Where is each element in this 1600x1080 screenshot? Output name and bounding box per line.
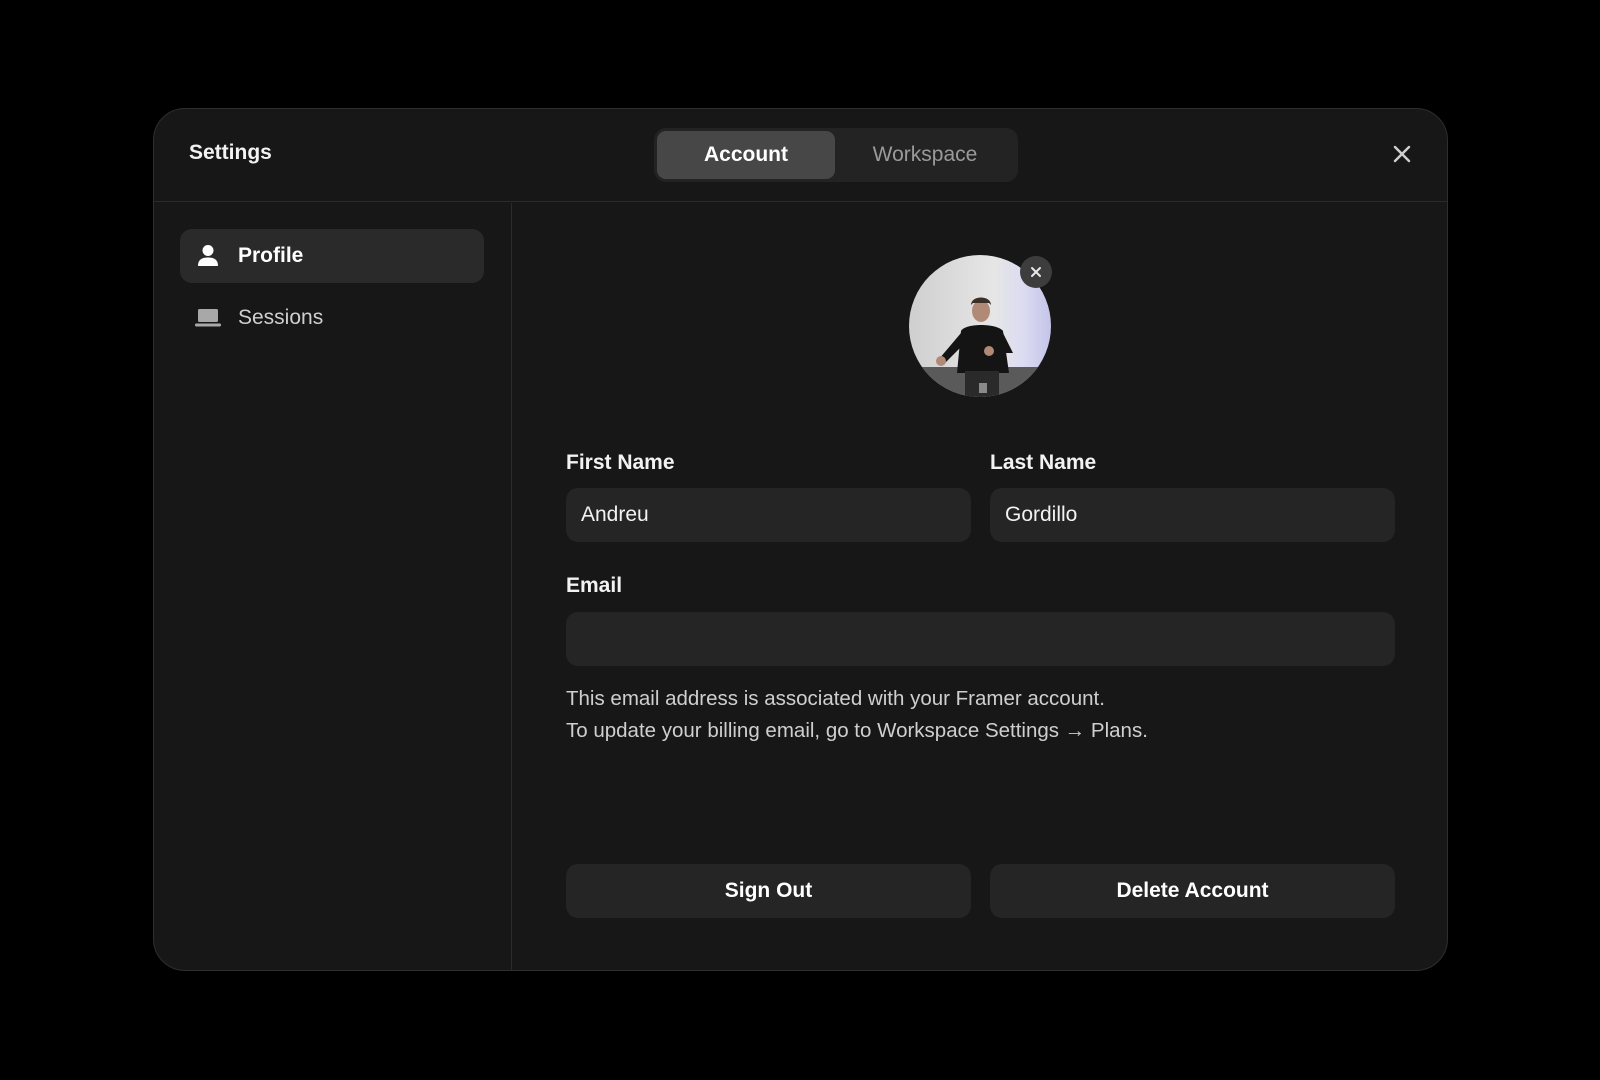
modal-header: Settings Account Workspace — [154, 109, 1447, 202]
sidebar-item-label: Sessions — [238, 306, 324, 329]
first-name-field[interactable] — [566, 488, 971, 542]
sidebar-item-sessions[interactable]: Sessions — [180, 291, 484, 345]
tab-account[interactable]: Account — [657, 131, 835, 179]
delete-account-button[interactable]: Delete Account — [990, 864, 1395, 918]
email-label: Email — [566, 574, 623, 597]
last-name-field[interactable] — [990, 488, 1395, 542]
email-help-text: This email address is associated with yo… — [566, 683, 1148, 747]
settings-sidebar: Profile Sessions — [154, 203, 512, 970]
remove-avatar-button[interactable] — [1020, 256, 1052, 288]
sidebar-item-profile[interactable]: Profile — [180, 229, 484, 283]
last-name-label: Last Name — [990, 451, 1097, 474]
modal-title: Settings — [189, 141, 272, 164]
email-help-line-1: This email address is associated with yo… — [566, 687, 1105, 710]
close-icon — [1031, 267, 1041, 277]
email-field[interactable] — [566, 612, 1395, 666]
sign-out-button[interactable]: Sign Out — [566, 864, 971, 918]
email-help-line-2: To update your billing email, go to Work… — [566, 719, 1148, 742]
user-icon — [194, 242, 222, 270]
settings-tab-switcher: Account Workspace — [654, 128, 1018, 182]
tab-workspace[interactable]: Workspace — [835, 131, 1015, 179]
close-icon — [1393, 145, 1411, 163]
close-button[interactable] — [1387, 139, 1417, 169]
first-name-label: First Name — [566, 451, 675, 474]
sidebar-item-label: Profile — [238, 244, 304, 267]
laptop-icon — [194, 304, 222, 332]
